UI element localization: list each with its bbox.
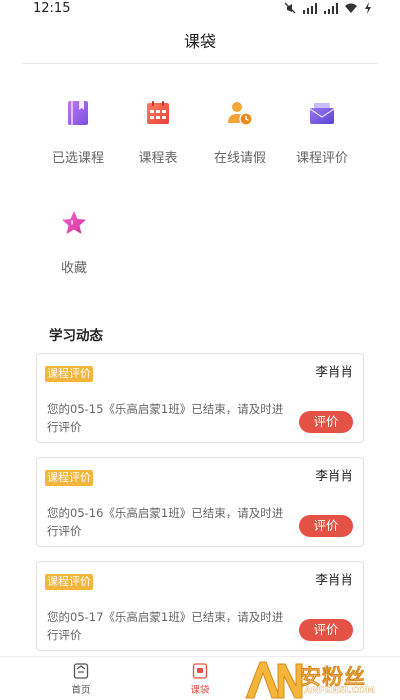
page-title: 课袋 [183,32,216,51]
card-tag: 课程评价 [45,574,93,590]
calendar-icon [143,98,173,128]
grid-item-label: 课程评价 [295,151,348,166]
card-teacher-name: 李肖肖 [315,364,353,379]
tab-bag[interactable]: 课袋 [170,663,230,696]
card-teacher-name: 李肖肖 [315,468,353,483]
review-button[interactable]: 评价 [299,619,353,641]
review-button[interactable]: 评价 [299,515,353,537]
card-teacher-name: 李肖肖 [315,572,353,587]
card-message: 您的05-17《乐高启蒙1班》已结束，请及时进行评价 [47,610,284,642]
star-icon [59,208,89,238]
grid-item-course-review[interactable]: 课程评价 [282,98,362,166]
header: 课袋 [0,22,400,62]
mail-box-icon [307,98,337,128]
signal-icon [324,2,338,14]
grid-item-label: 已选课程 [51,151,104,166]
grid-item-schedule[interactable]: 课程表 [118,98,198,166]
card-message: 您的05-16《乐高启蒙1班》已结束，请及时进行评价 [47,506,284,538]
status-icons [284,2,372,14]
grid-item-selected-courses[interactable]: 已选课程 [38,98,118,166]
card-tag: 课程评价 [45,366,93,382]
wifi-icon [345,3,357,13]
activity-card: 课程评价 李肖肖 您的05-16《乐高启蒙1班》已结束，请及时进行评价 评价 [36,457,364,547]
card-message: 您的05-15《乐高启蒙1班》已结束，请及时进行评价 [47,402,284,434]
watermark-subtext: ANFENSI.COM [304,686,375,696]
tab-home[interactable]: 首页 [51,663,111,696]
signal-hd-icon [303,2,317,14]
section-title: 学习动态 [49,328,103,344]
mute-icon [284,2,296,14]
grid-item-label: 收藏 [60,261,87,276]
tab-label: 课袋 [190,685,210,696]
review-button[interactable]: 评价 [299,411,353,433]
watermark-logo [245,661,303,699]
tab-label: 首页 [71,685,91,696]
book-icon [63,98,93,128]
home-icon [72,663,90,679]
activity-card: 课程评价 李肖肖 您的05-15《乐高启蒙1班》已结束，请及时进行评价 评价 [36,353,364,443]
watermark: 安粉丝 ANFENSI.COM [244,656,394,700]
grid-item-online-leave[interactable]: 在线请假 [200,98,280,166]
user-clock-icon [225,98,255,128]
activity-card: 课程评价 李肖肖 您的05-17《乐高启蒙1班》已结束，请及时进行评价 评价 [36,561,364,651]
bag-icon [191,663,209,679]
header-divider [22,63,378,64]
charging-icon [365,2,371,14]
grid-item-label: 课程表 [138,151,178,166]
status-time: 12:15 [33,1,71,16]
card-tag: 课程评价 [45,470,93,486]
grid-item-favorites[interactable]: 收藏 [34,208,114,276]
grid-item-label: 在线请假 [213,151,266,166]
status-bar: 12:15 [0,0,400,18]
